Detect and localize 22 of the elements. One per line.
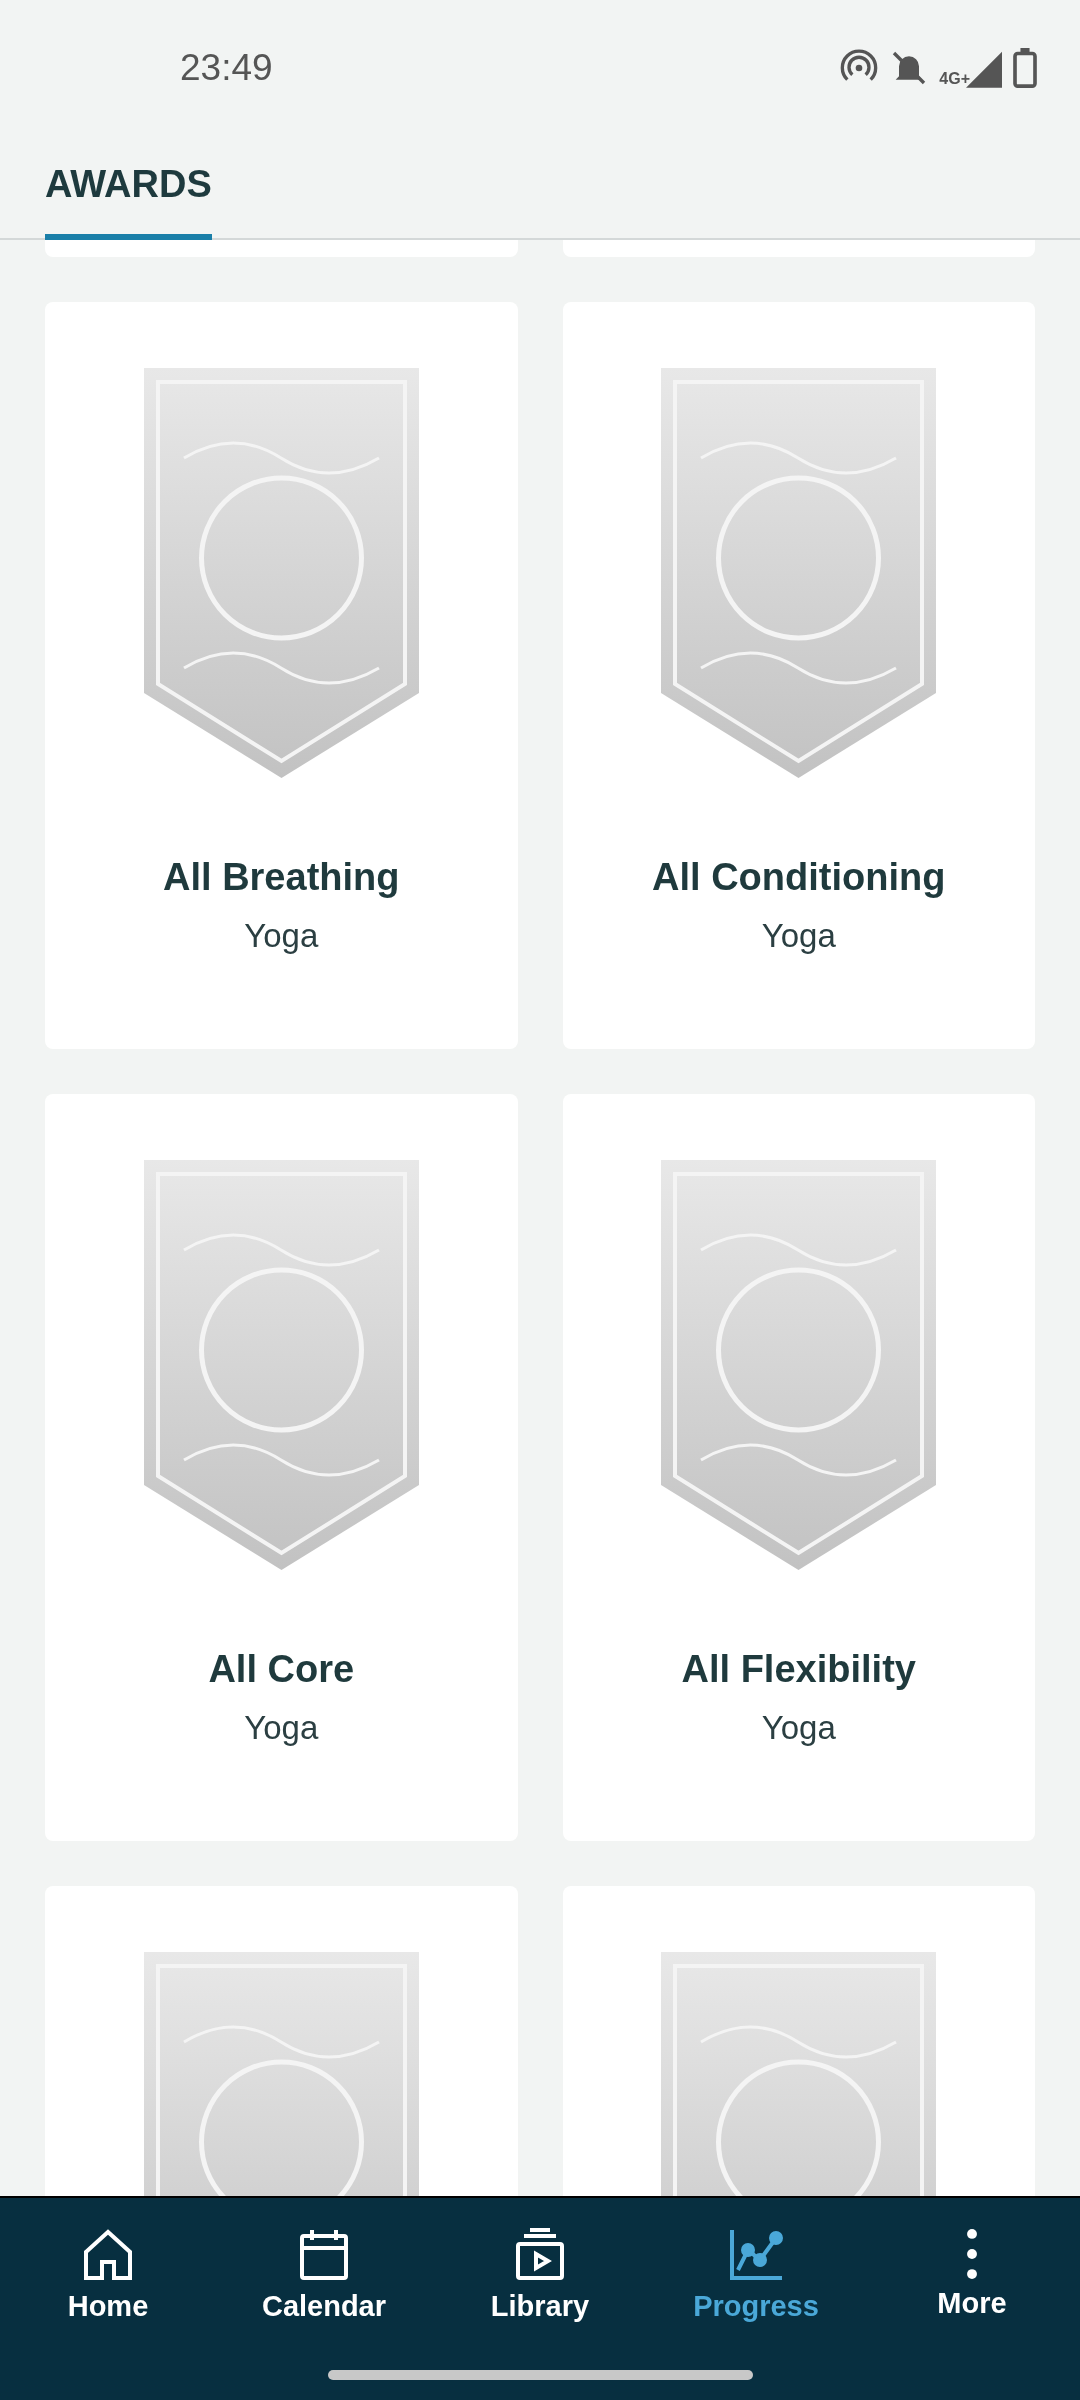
award-category: Yoga [761,917,836,955]
award-category: Yoga [244,917,319,955]
status-time: 23:49 [180,47,273,89]
award-title: All Core [208,1648,355,1691]
nav-item[interactable]: Calendar [216,2198,432,2350]
nav-item[interactable]: Progress [648,2198,864,2350]
nav-item[interactable]: Home [0,2198,216,2350]
network-type: 4G+ [939,70,970,88]
award-title: All Flexibility [681,1648,916,1691]
gesture-handle[interactable] [327,2370,753,2380]
award-card[interactable]: All Breathing Yoga [45,302,518,1049]
award-title: All Breathing [163,856,400,899]
battery-icon [1012,48,1038,88]
award-category: Yoga [761,1709,836,1747]
award-card[interactable]: All Conditioning Yoga [562,302,1035,1049]
award-card[interactable]: All Flexibility Yoga [562,1094,1035,1841]
award-title: All Conditioning [652,856,946,899]
award-card[interactable]: All Core Yoga [45,1094,518,1841]
award-category: Yoga [244,1709,319,1747]
nav-item[interactable]: Library [432,2198,648,2350]
more-icon [967,2228,977,2279]
nav-item[interactable]: More [864,2198,1080,2350]
